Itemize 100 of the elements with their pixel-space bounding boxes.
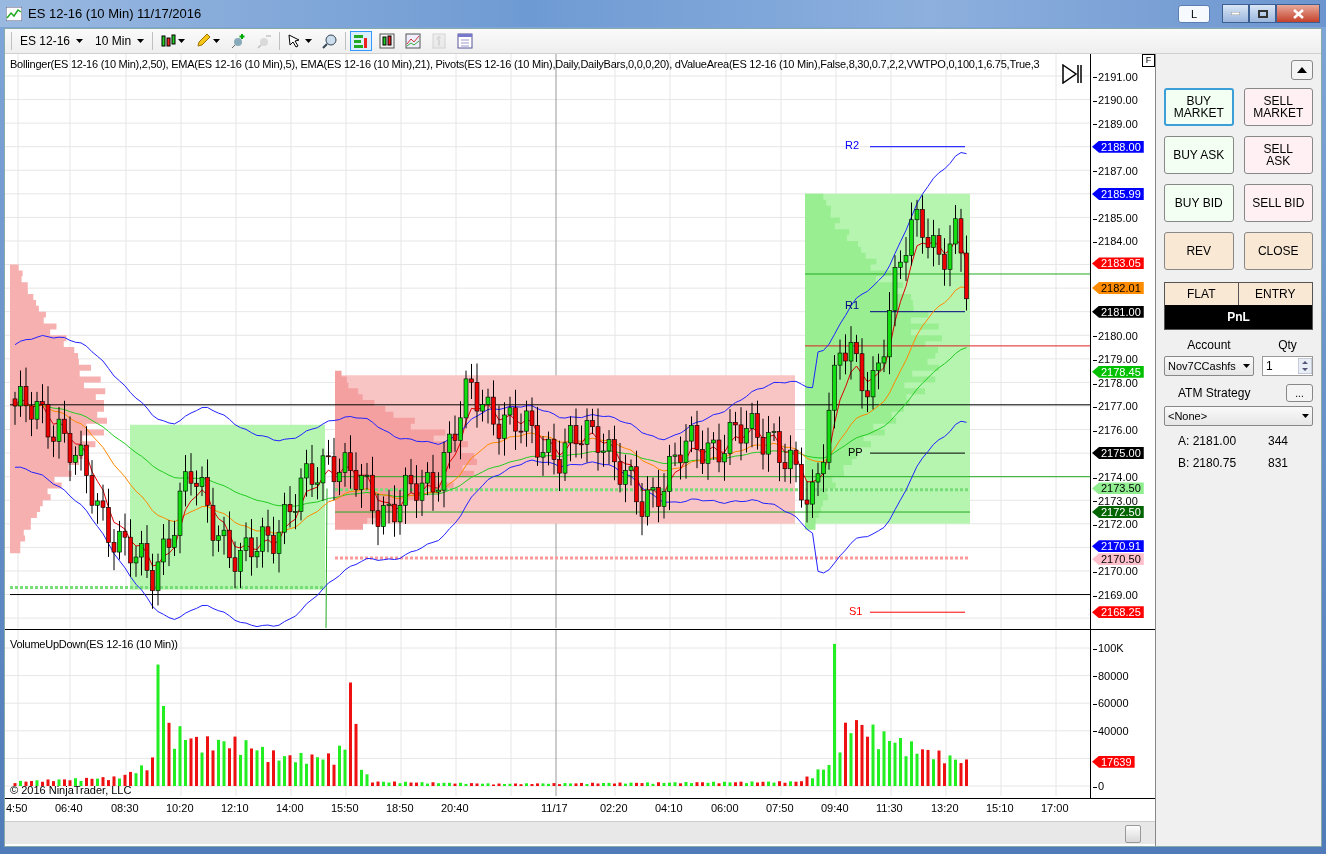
caret-icon: [213, 39, 221, 43]
account-label: Account: [1186, 338, 1232, 352]
order-button[interactable]: SELL MARKET: [1243, 88, 1313, 126]
time-label: 11/17: [541, 802, 568, 814]
price-tick-label: 2191.00: [1093, 71, 1138, 83]
time-label: 12:10: [221, 802, 249, 814]
order-button[interactable]: CLOSE: [1243, 232, 1313, 270]
volume-tick-label: 60000: [1093, 698, 1129, 710]
price-tick-label: 2179.00: [1093, 354, 1138, 366]
link-button[interactable]: L: [1178, 4, 1210, 23]
pivot-label: R1: [845, 299, 860, 311]
time-label: 09:40: [821, 802, 849, 814]
quote-price: B: 2180.75: [1178, 456, 1238, 470]
pivot-label: R2: [845, 139, 860, 151]
indicator-label: Bollinger(ES 12-16 (10 Min),2,50), EMA(ES 12-16 (10 Min),5), EMA(ES 12-16 (10 Min),21), Pivots(ES 12-16 (10 Min),Daily,DailyBars,0,0,0,20), dValueArea(ES 12-16 (10 Min),False,8,30,0.7,2,2,VWTPO,0,100,1,6.75,True,3: [10, 58, 1040, 70]
caret-icon: [1302, 414, 1309, 418]
time-label: 07:50: [766, 802, 794, 814]
spinner-icon: [1298, 358, 1312, 374]
app-icon: [6, 6, 22, 21]
atm-options-button[interactable]: ...: [1286, 384, 1313, 402]
horizontal-scrollbar[interactable]: [5, 821, 1155, 844]
pivot-label: S1: [849, 605, 863, 617]
price-marker: 2181.00: [1092, 305, 1144, 318]
indicator-label: VolumeUpDown(ES 12-16 (10 Min)): [10, 638, 178, 650]
caret-icon: [305, 39, 313, 43]
zoom-icon: [322, 33, 339, 49]
play-icon: [1062, 64, 1082, 84]
order-button[interactable]: BUY MARKET: [1164, 88, 1234, 126]
up-arrow-icon: [1297, 67, 1307, 73]
close-button[interactable]: [1276, 4, 1320, 23]
pnl-label: PnL: [1165, 305, 1312, 329]
properties-icon: [457, 33, 474, 49]
price-marker: 2182.01: [1092, 281, 1144, 294]
time-label: 13:20: [931, 802, 959, 814]
price-tick-label: 2173.00: [1093, 495, 1138, 507]
volume-tick-label: 40000: [1093, 725, 1129, 737]
copyright-text: © 2016 NinjaTrader, LLC: [10, 784, 132, 796]
volume-tick-label: 100K: [1093, 643, 1124, 654]
data-box-icon: [353, 33, 370, 49]
f-button[interactable]: F: [1142, 54, 1155, 67]
price-marker: 2173.50: [1092, 482, 1144, 495]
price-marker: 2170.91: [1092, 540, 1144, 553]
order-button[interactable]: REV: [1164, 232, 1234, 270]
minimize-icon: [1231, 12, 1240, 15]
price-tick-label: 2190.00: [1093, 95, 1138, 107]
time-label: 08:30: [111, 802, 139, 814]
qty-field[interactable]: 1: [1262, 356, 1313, 376]
caret-icon: [76, 39, 84, 43]
price-tick-label: 2189.00: [1093, 118, 1138, 130]
price-marker: 2172.50: [1092, 506, 1144, 519]
account-dropdown[interactable]: Nov7CCashfs: [1164, 356, 1254, 376]
caret-icon: [178, 39, 186, 43]
order-button[interactable]: SELL ASK: [1243, 136, 1313, 174]
bars-icon: [379, 33, 396, 49]
order-button[interactable]: SELL BID: [1243, 184, 1313, 222]
minimize-button[interactable]: [1222, 4, 1249, 23]
price-marker: 2183.05: [1092, 257, 1144, 270]
time-label: 17:00: [1041, 802, 1069, 814]
volume-tick-label: 0: [1093, 781, 1105, 792]
caret-icon: [137, 39, 145, 43]
time-label: 10:20: [166, 802, 194, 814]
price-tick-label: 2185.00: [1093, 212, 1138, 224]
volume-marker: 17639: [1092, 755, 1135, 768]
entry-label: ENTRY: [1238, 283, 1312, 305]
maximize-icon: [1257, 9, 1268, 18]
time-label: 20:40: [441, 802, 469, 814]
price-tick-label: 2174.00: [1093, 472, 1138, 484]
order-button[interactable]: BUY BID: [1164, 184, 1234, 222]
line-chart-icon: [405, 33, 422, 49]
atm-strategy-label: ATM Strategy: [1178, 386, 1251, 400]
price-tick-label: 2176.00: [1093, 425, 1138, 437]
price-tick-label: 2178.00: [1093, 377, 1138, 389]
price-marker: 2168.25: [1092, 606, 1144, 619]
time-label: 14:00: [276, 802, 304, 814]
time-label: 11:30: [876, 802, 903, 814]
atm-strategy-dropdown[interactable]: <None>: [1164, 406, 1313, 426]
order-button[interactable]: BUY ASK: [1164, 136, 1234, 174]
price-tick-label: 2172.00: [1093, 519, 1138, 531]
time-label: 4:50: [6, 802, 28, 814]
price-marker: 2178.45: [1092, 365, 1144, 378]
price-marker: 2185.99: [1092, 188, 1144, 201]
dollar-icon: [431, 33, 448, 49]
time-label: 06:00: [711, 802, 739, 814]
maximize-button[interactable]: [1249, 4, 1276, 23]
interval-dropdown[interactable]: 10 Min: [91, 34, 149, 48]
close-icon: [1292, 8, 1304, 19]
price-marker: 2188.00: [1092, 140, 1144, 153]
collapse-button[interactable]: [1291, 60, 1313, 80]
qty-label: Qty: [1277, 338, 1298, 352]
price-tick-label: 2170.00: [1093, 566, 1138, 578]
price-tick-label: 2187.00: [1093, 165, 1138, 177]
price-marker: 2170.50: [1092, 553, 1144, 566]
price-tick-label: 2184.00: [1093, 236, 1138, 248]
pivot-label: PP: [848, 446, 863, 458]
quote-price: A: 2181.00: [1178, 434, 1238, 448]
instrument-dropdown[interactable]: ES 12-16: [16, 34, 88, 48]
caret-icon: [1243, 364, 1250, 368]
time-label: 15:50: [331, 802, 359, 814]
time-label: 06:40: [55, 802, 83, 814]
price-tick-label: 2169.00: [1093, 590, 1138, 602]
